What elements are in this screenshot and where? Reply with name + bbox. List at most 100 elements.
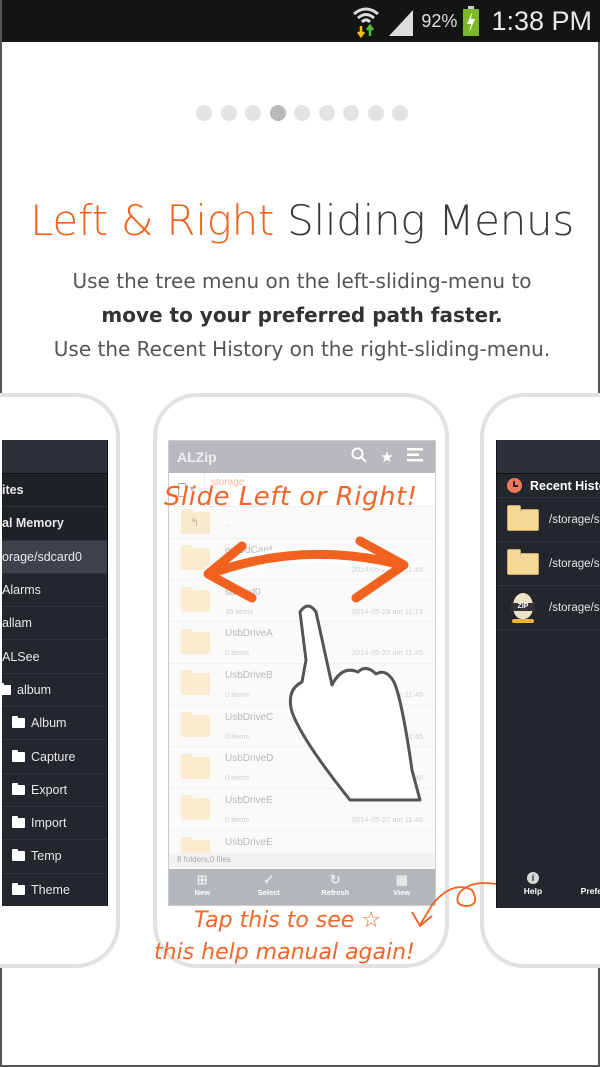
parent-folder-label: .. bbox=[226, 517, 232, 528]
signal-icon bbox=[389, 10, 414, 36]
file-row[interactable]: sdcard0 35 items 2014-05-23 am 11:19 bbox=[169, 581, 435, 623]
page-dot[interactable] bbox=[343, 105, 359, 121]
page-dot[interactable] bbox=[318, 105, 335, 121]
left-menu-item-label: ALSee bbox=[2, 649, 40, 664]
page-dot[interactable] bbox=[392, 105, 408, 121]
toolbar-button-select[interactable]: ✓ Select bbox=[236, 869, 303, 905]
right-menu-button-preferences[interactable]: Preferences bbox=[569, 870, 600, 908]
refresh-icon: ↻ bbox=[329, 872, 341, 887]
file-row[interactable]: UsbDriveB 0 items 2014-05-22 am 11:45 bbox=[169, 664, 435, 706]
file-name: UsbDriveC bbox=[225, 711, 274, 723]
toolbar-button-label: Select bbox=[257, 888, 280, 897]
folder-icon bbox=[181, 712, 210, 738]
recent-history-path: /storage/sdcard0 bbox=[549, 557, 600, 570]
right-menu-button-label: Preferences bbox=[580, 886, 600, 896]
zip-file-icon: ZIP bbox=[511, 592, 535, 623]
left-menu-item-label: Capture bbox=[31, 749, 76, 764]
file-subtitle: 0 items bbox=[225, 690, 250, 700]
right-menu-bottom-bar: i Help Preferences bbox=[497, 870, 600, 908]
right-menu-header bbox=[497, 440, 600, 474]
file-row[interactable]: UsbDriveA 0 items 2014-05-22 am 11:45 bbox=[169, 622, 435, 665]
folder-icon bbox=[12, 749, 25, 762]
left-menu-item[interactable]: Capture bbox=[2, 740, 107, 774]
left-menu-item[interactable]: allam bbox=[2, 607, 107, 641]
file-name: UsbDriveB bbox=[225, 670, 273, 682]
left-menu-item[interactable]: al Memory bbox=[2, 507, 107, 541]
folder-up-icon: ↰ bbox=[181, 508, 210, 534]
description-line-3: Use the Recent History on the right-slid… bbox=[53, 337, 551, 361]
description-line-1: Use the tree menu on the left-sliding-me… bbox=[72, 269, 532, 293]
left-menu-item[interactable]: Album bbox=[2, 707, 107, 741]
left-menu-item-label: album bbox=[17, 682, 52, 697]
file-row[interactable]: UsbDriveD 0 items 2014-05-22 am 11:45 bbox=[169, 747, 435, 790]
folder-icon bbox=[12, 849, 25, 862]
left-menu-item-label: ites bbox=[2, 483, 24, 498]
page-dot[interactable] bbox=[245, 105, 261, 121]
file-subtitle: 0 items bbox=[225, 731, 250, 741]
folder-icon bbox=[181, 670, 210, 696]
left-menu-item[interactable]: ALSee bbox=[2, 640, 107, 674]
star-icon[interactable]: ★ bbox=[375, 448, 399, 466]
left-menu-header bbox=[2, 440, 107, 474]
file-name: UsbDriveD bbox=[225, 753, 274, 765]
left-menu-item[interactable]: Theme bbox=[2, 874, 107, 906]
left-menu-item[interactable]: Import bbox=[2, 807, 107, 841]
right-sliding-menu: Recent History /storage/sdcard0/storage/… bbox=[496, 440, 600, 908]
status-bar: 92% 1:38 PM bbox=[2, 0, 600, 42]
file-name: UsbDriveE bbox=[225, 795, 273, 807]
page-dot[interactable] bbox=[367, 105, 384, 121]
page-title: Left & Right Sliding Menus bbox=[2, 196, 600, 245]
file-date: 2014-05-22 am 11:45 bbox=[351, 565, 423, 574]
recent-history-item[interactable]: /storage/sdcard0 bbox=[497, 542, 600, 586]
left-menu-item-label: Alarms bbox=[2, 583, 41, 598]
file-name: UsbDriveA bbox=[225, 628, 273, 640]
recent-history-item[interactable]: ZIP/storage/sdcard0 bbox=[497, 586, 600, 630]
left-menu-item[interactable]: Alarms bbox=[2, 574, 107, 608]
left-sliding-menu: ites al Memory orage/sdcard0 Alarms allam ALS… bbox=[2, 440, 108, 906]
clock-time: 1:38 PM bbox=[491, 5, 592, 36]
recent-history-path: /storage/sdcard0 bbox=[549, 601, 600, 614]
file-row[interactable]: extSdCard 2014-05-22 am 11:45 bbox=[169, 539, 435, 581]
menu-icon[interactable] bbox=[403, 448, 427, 466]
page-dot[interactable] bbox=[294, 105, 310, 121]
file-row[interactable]: UsbDriveE 0 items 2014-05-22 am 11:45 bbox=[169, 789, 435, 831]
search-icon[interactable] bbox=[347, 447, 371, 467]
toolbar-button-new[interactable]: ⊞ New bbox=[169, 869, 236, 905]
folder-icon bbox=[181, 753, 210, 779]
page-indicator bbox=[2, 105, 600, 121]
left-menu-item[interactable]: ites bbox=[2, 474, 107, 508]
file-subtitle: 35 items bbox=[225, 606, 254, 616]
left-menu-item-label: Export bbox=[31, 782, 68, 797]
folder-icon bbox=[181, 545, 210, 571]
folder-icon bbox=[12, 882, 25, 895]
toolbar-button-refresh[interactable]: ↻ Refresh bbox=[302, 869, 369, 905]
left-menu-item-label: Import bbox=[31, 816, 67, 831]
tap-instruction-line-1: Tap this to see ☆ bbox=[194, 908, 382, 933]
left-menu-item[interactable]: album bbox=[2, 674, 107, 708]
folder-icon bbox=[12, 716, 25, 729]
left-menu-item-label: allam bbox=[2, 616, 32, 631]
left-menu-item[interactable]: Temp bbox=[2, 840, 107, 874]
left-menu-item[interactable]: Export bbox=[2, 774, 107, 807]
recent-history-item[interactable]: /storage/sdcard0 bbox=[497, 498, 600, 542]
recent-history-path: /storage/sdcard0 bbox=[549, 513, 600, 526]
folder-icon bbox=[2, 682, 11, 695]
page-dot[interactable] bbox=[269, 105, 286, 121]
toolbar-button-view[interactable]: ▦ View bbox=[369, 869, 436, 905]
file-subtitle: 0 items bbox=[225, 815, 250, 825]
select-icon: ✓ bbox=[263, 872, 275, 887]
page-dot[interactable] bbox=[220, 105, 237, 121]
toolbar-button-label: Refresh bbox=[321, 888, 350, 897]
battery-percent: 92% bbox=[421, 10, 458, 31]
clock-icon bbox=[507, 478, 522, 493]
right-menu-button-help[interactable]: i Help bbox=[497, 870, 569, 908]
tutorial-page: 92% 1:38 PM Left & Right Sliding Menus U… bbox=[0, 0, 600, 1067]
app-bar: ALZip ★ bbox=[169, 441, 435, 473]
file-subtitle: 0 items bbox=[225, 648, 250, 658]
file-row[interactable]: UsbDriveC 0 items 2014-05-22 am 11:45 bbox=[169, 706, 435, 748]
tap-instruction-line-2: this help manual again! bbox=[154, 940, 415, 965]
page-dot[interactable] bbox=[196, 105, 212, 121]
title-rest: Sliding Menus bbox=[274, 196, 574, 245]
left-menu-item[interactable]: orage/sdcard0 bbox=[2, 540, 107, 574]
info-icon: i bbox=[527, 872, 539, 884]
